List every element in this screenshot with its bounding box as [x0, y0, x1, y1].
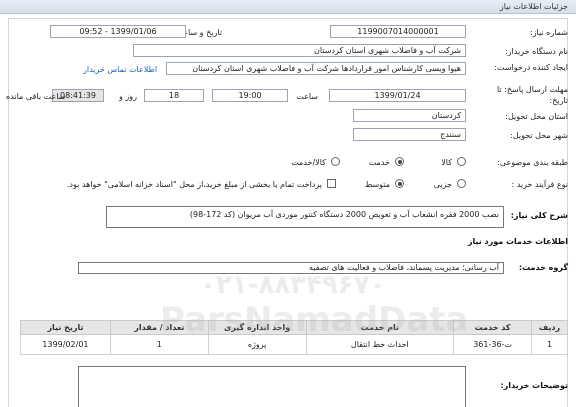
need-summary-label: شرح کلی نیاز:: [510, 211, 568, 220]
cell-service-name: احداث خط انتقال: [305, 334, 455, 355]
announce-date-field[interactable]: 1399/01/06 - 09:52: [50, 25, 186, 38]
table-row[interactable]: 1 ت-36-361 احداث خط انتقال پروژه 1 1399/…: [20, 334, 568, 355]
cell-need-date: 1399/02/01: [20, 334, 111, 355]
need-number-label: شماره نیاز:: [530, 28, 568, 37]
services-table: ردیف کد خدمت نام خدمت واحد اندازه گیری ت…: [20, 320, 568, 355]
requester-label: ایجاد کننده درخواست:: [494, 63, 568, 72]
category-label: طبقه بندی موضوعی:: [497, 158, 568, 167]
province-label: استان محل تحویل:: [505, 112, 568, 121]
category-option-goods: کالا: [441, 158, 452, 167]
process-option-medium: متوسط: [364, 180, 390, 189]
buyer-notes-label: توضیحات خریدار:: [500, 381, 568, 390]
process-radio-medium[interactable]: [395, 179, 404, 188]
service-group-label: گروه خدمت:: [518, 263, 568, 272]
col-quantity: تعداد / مقدار: [109, 320, 209, 335]
province-field[interactable]: کردستان: [353, 109, 466, 122]
col-service-code: کد خدمت: [453, 320, 533, 335]
buyer-notes-box[interactable]: [78, 366, 466, 407]
need-summary-box[interactable]: نصب 2000 فقره انشعاب آب و تعویض 2000 دست…: [106, 206, 504, 228]
col-need-date: تاریخ نیاز: [20, 320, 111, 335]
deadline-date-field[interactable]: 1399/01/24: [329, 89, 466, 102]
process-type-label: نوع فرآیند خرید :: [511, 180, 568, 189]
deadline-hour-label: ساعت: [296, 92, 318, 101]
days-label: روز و: [119, 92, 137, 101]
page-title: جزئیات اطلاعات نیاز: [499, 2, 568, 11]
category-option-service: خدمت: [368, 158, 390, 167]
remaining-time-label: ساعت باقی مانده: [6, 92, 66, 101]
treasury-payment-checkbox[interactable]: [327, 179, 336, 188]
category-radio-service[interactable]: [395, 157, 404, 166]
buyer-contact-link[interactable]: اطلاعات تماس خریدار: [83, 65, 157, 74]
page-header: جزئیات اطلاعات نیاز: [0, 0, 576, 14]
requester-field[interactable]: هیوا ویسی کارشناس امور قراردادها شرکت آب…: [166, 62, 466, 75]
cell-row: 1: [531, 334, 568, 355]
cell-unit: پروژه: [207, 334, 307, 355]
process-radio-minor[interactable]: [457, 179, 466, 188]
city-field[interactable]: سنندج: [353, 128, 466, 141]
process-option-minor: جزیی: [433, 180, 452, 189]
buyer-org-label: نام دستگاه خریدار:: [505, 47, 568, 56]
city-label: شهر محل تحویل:: [510, 131, 568, 140]
treasury-payment-note: پرداخت تمام یا بخشی از مبلغ خرید،از محل …: [66, 180, 322, 189]
category-radio-goods[interactable]: [457, 157, 466, 166]
cell-quantity: 1: [109, 334, 209, 355]
category-option-goods-service: کالا/خدمت: [291, 158, 326, 167]
col-service-name: نام خدمت: [305, 320, 455, 335]
category-radio-goods-service[interactable]: [331, 157, 340, 166]
days-remaining-field[interactable]: 18: [144, 89, 204, 102]
buyer-org-field[interactable]: شرکت آب و فاضلاب شهری استان کردستان: [133, 44, 466, 57]
deadline-label: مهلت ارسال پاسخ: تا تاریخ:: [496, 85, 568, 105]
services-table-header: ردیف کد خدمت نام خدمت واحد اندازه گیری ت…: [20, 320, 568, 335]
cell-service-code: ت-36-361: [453, 334, 533, 355]
col-row: ردیف: [531, 320, 568, 335]
col-unit: واحد اندازه گیری: [207, 320, 307, 335]
service-group-field[interactable]: آب رسانی؛ مدیریت پسماند، فاضلاب و فعالیت…: [78, 262, 504, 274]
need-number-field[interactable]: 1199007014000001: [330, 25, 466, 38]
deadline-time-field[interactable]: 19:00: [212, 89, 288, 102]
services-section-title: اطلاعات خدمات مورد نیاز: [467, 237, 568, 246]
